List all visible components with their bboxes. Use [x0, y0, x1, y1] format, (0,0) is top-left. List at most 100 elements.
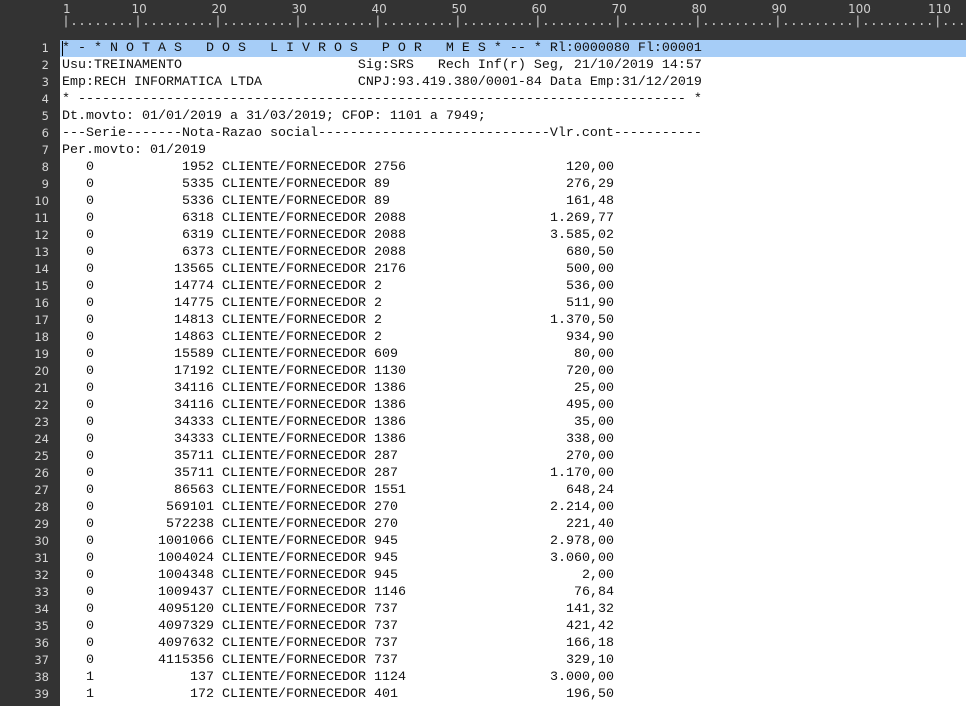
cell-valor: 80,00 [574, 347, 614, 362]
report-row[interactable]: 0 4115356 CLIENTE/FORNECEDOR 737 329,10 [60, 652, 966, 669]
cell-razao: CLIENTE/FORNECEDOR 2 [222, 313, 382, 328]
report-row[interactable]: 0 86563 CLIENTE/FORNECEDOR 1551 648,24 [60, 482, 966, 499]
report-row[interactable]: 0 34333 CLIENTE/FORNECEDOR 1386 35,00 [60, 414, 966, 431]
cell-valor: 2.978,00 [550, 534, 614, 549]
ruler-label: 110 [928, 2, 951, 16]
cell-razao: CLIENTE/FORNECEDOR 2088 [222, 228, 406, 243]
report-header-line[interactable]: ---Serie-------Nota-Razao social--------… [60, 125, 966, 142]
cell-razao: CLIENTE/FORNECEDOR 287 [222, 466, 398, 481]
line-number: 4 [41, 92, 49, 106]
cell-serie: 0 [86, 636, 94, 651]
line-number-gutter: 1 2 3 4 5 6 7 8 9 10 11 12 13 14 15 16 17 18 19 20 21 22 23 24 2… [0, 40, 60, 706]
text-editor[interactable]: * - * N O T A S D O S L I V R O S P O R … [60, 40, 966, 706]
cell-serie: 0 [86, 211, 94, 226]
cell-valor: 511,90 [566, 296, 614, 311]
line-number: 16 [34, 296, 49, 310]
report-header-line[interactable]: Per.movto: 01/2019 [60, 142, 966, 159]
cell-razao: CLIENTE/FORNECEDOR 1146 [222, 585, 406, 600]
report-header-line[interactable]: Emp:RECH INFORMATICA LTDA CNPJ:93.419.38… [60, 74, 966, 91]
report-row[interactable]: 0 14774 CLIENTE/FORNECEDOR 2 536,00 [60, 278, 966, 295]
cell-valor: 76,84 [574, 585, 614, 600]
report-row[interactable]: 0 4095120 CLIENTE/FORNECEDOR 737 141,32 [60, 601, 966, 618]
report-header-line[interactable]: Usu:TREINAMENTO Sig:SRS Rech Inf(r) Seg,… [60, 57, 966, 74]
cell-razao: CLIENTE/FORNECEDOR 1386 [222, 432, 406, 447]
line-number: 25 [34, 449, 49, 463]
current-line[interactable]: * - * N O T A S D O S L I V R O S P O R … [60, 40, 966, 57]
report-row[interactable]: 0 6373 CLIENTE/FORNECEDOR 2088 680,50 [60, 244, 966, 261]
line-number: 36 [34, 636, 49, 650]
report-row[interactable]: 0 1001066 CLIENTE/FORNECEDOR 945 2.978,00 [60, 533, 966, 550]
cell-nota: 34116 [174, 381, 214, 396]
report-row[interactable]: 0 34116 CLIENTE/FORNECEDOR 1386 25,00 [60, 380, 966, 397]
report-row[interactable]: 0 6318 CLIENTE/FORNECEDOR 2088 1.269,77 [60, 210, 966, 227]
cell-serie: 0 [86, 517, 94, 532]
report-row[interactable]: 0 35711 CLIENTE/FORNECEDOR 287 270,00 [60, 448, 966, 465]
line-number: 7 [41, 143, 49, 157]
cell-valor: 1.269,77 [550, 211, 614, 226]
cell-razao: CLIENTE/FORNECEDOR 89 [222, 194, 390, 209]
line-number: 17 [34, 313, 49, 327]
cell-nota: 34333 [174, 432, 214, 447]
report-row[interactable]: 0 1009437 CLIENTE/FORNECEDOR 1146 76,84 [60, 584, 966, 601]
line-number: 27 [34, 483, 49, 497]
cell-nota: 1001066 [158, 534, 214, 549]
cell-nota: 14774 [174, 279, 214, 294]
report-row[interactable]: 0 17192 CLIENTE/FORNECEDOR 1130 720,00 [60, 363, 966, 380]
cell-razao: CLIENTE/FORNECEDOR 2756 [222, 160, 406, 175]
report-row[interactable]: 0 4097329 CLIENTE/FORNECEDOR 737 421,42 [60, 618, 966, 635]
cell-razao: CLIENTE/FORNECEDOR 945 [222, 551, 398, 566]
cell-valor: 276,29 [566, 177, 614, 192]
report-row[interactable]: 0 6319 CLIENTE/FORNECEDOR 2088 3.585,02 [60, 227, 966, 244]
cell-razao: CLIENTE/FORNECEDOR 270 [222, 517, 398, 532]
cell-nota: 34116 [174, 398, 214, 413]
cell-razao: CLIENTE/FORNECEDOR 737 [222, 653, 398, 668]
ruler-label: 30 [291, 2, 307, 16]
cell-nota: 13565 [174, 262, 214, 277]
report-header-line[interactable]: * --------------------------------------… [60, 91, 966, 108]
report-row[interactable]: 0 572238 CLIENTE/FORNECEDOR 270 221,40 [60, 516, 966, 533]
report-row[interactable]: 0 5336 CLIENTE/FORNECEDOR 89 161,48 [60, 193, 966, 210]
ruler-label: 60 [531, 2, 547, 16]
cell-serie: 0 [86, 568, 94, 583]
line-number: 38 [34, 670, 49, 684]
cell-nota: 4115356 [158, 653, 214, 668]
line-number: 19 [34, 347, 49, 361]
report-row[interactable]: 0 4097632 CLIENTE/FORNECEDOR 737 166,18 [60, 635, 966, 652]
report-row[interactable]: 0 34333 CLIENTE/FORNECEDOR 1386 338,00 [60, 431, 966, 448]
report-header-line[interactable]: Dt.movto: 01/01/2019 a 31/03/2019; CFOP:… [60, 108, 966, 125]
report-row[interactable]: 1 137 CLIENTE/FORNECEDOR 1124 3.000,00 [60, 669, 966, 686]
cell-razao: CLIENTE/FORNECEDOR 945 [222, 568, 398, 583]
cell-nota: 14863 [174, 330, 214, 345]
report-row[interactable]: 0 15589 CLIENTE/FORNECEDOR 609 80,00 [60, 346, 966, 363]
cell-serie: 0 [86, 160, 94, 175]
cell-nota: 4095120 [158, 602, 214, 617]
report-row[interactable]: 0 1004348 CLIENTE/FORNECEDOR 945 2,00 [60, 567, 966, 584]
line-text: Emp:RECH INFORMATICA LTDA CNPJ:93.419.38… [62, 75, 702, 90]
report-row[interactable]: 0 1004024 CLIENTE/FORNECEDOR 945 3.060,00 [60, 550, 966, 567]
cell-razao: CLIENTE/FORNECEDOR 2176 [222, 262, 406, 277]
report-row[interactable]: 0 1952 CLIENTE/FORNECEDOR 2756 120,00 [60, 159, 966, 176]
report-row[interactable]: 0 34116 CLIENTE/FORNECEDOR 1386 495,00 [60, 397, 966, 414]
cell-nota: 1952 [182, 160, 214, 175]
report-row[interactable]: 0 14863 CLIENTE/FORNECEDOR 2 934,90 [60, 329, 966, 346]
cell-nota: 14775 [174, 296, 214, 311]
cell-nota: 569101 [166, 500, 214, 515]
line-number: 37 [34, 653, 49, 667]
cell-serie: 0 [86, 449, 94, 464]
cell-serie: 0 [86, 432, 94, 447]
report-row[interactable]: 0 14813 CLIENTE/FORNECEDOR 2 1.370,50 [60, 312, 966, 329]
cell-nota: 137 [190, 670, 214, 685]
cell-valor: 421,42 [566, 619, 614, 634]
report-row[interactable]: 0 14775 CLIENTE/FORNECEDOR 2 511,90 [60, 295, 966, 312]
line-number: 12 [34, 228, 49, 242]
report-row[interactable]: 0 5335 CLIENTE/FORNECEDOR 89 276,29 [60, 176, 966, 193]
report-row[interactable]: 0 35711 CLIENTE/FORNECEDOR 287 1.170,00 [60, 465, 966, 482]
report-row[interactable]: 1 172 CLIENTE/FORNECEDOR 401 196,50 [60, 686, 966, 703]
line-number: 30 [34, 534, 49, 548]
cell-serie: 0 [86, 381, 94, 396]
line-number: 24 [34, 432, 49, 446]
line-number: 2 [41, 58, 49, 72]
report-row[interactable]: 0 13565 CLIENTE/FORNECEDOR 2176 500,00 [60, 261, 966, 278]
line-number: 26 [34, 466, 49, 480]
report-row[interactable]: 0 569101 CLIENTE/FORNECEDOR 270 2.214,00 [60, 499, 966, 516]
